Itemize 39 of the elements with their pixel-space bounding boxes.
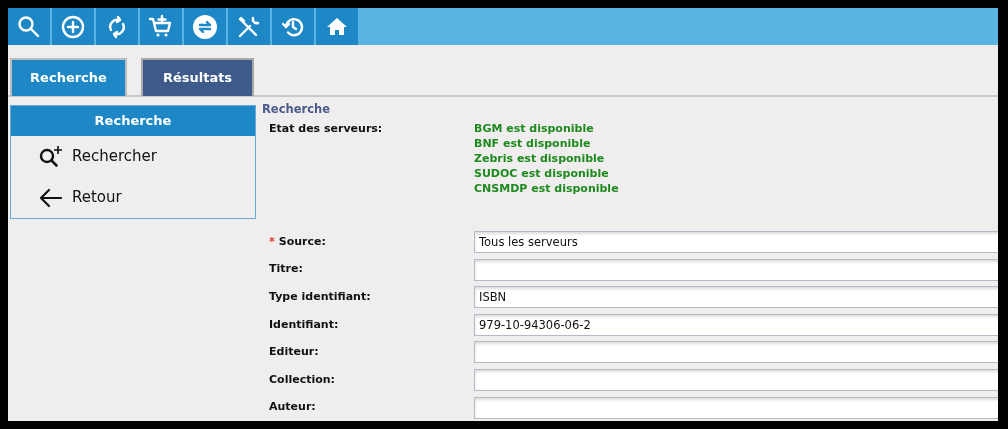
- field-label: Auteur:: [269, 400, 316, 414]
- input-field[interactable]: [474, 341, 998, 364]
- section-legend: Recherche: [262, 101, 998, 119]
- server-status: BNF est disponible: [474, 136, 592, 152]
- field-label: Type identifiant:: [269, 290, 371, 303]
- exchange-icon: [192, 13, 218, 40]
- server-status: BGM est disponible: [474, 121, 595, 137]
- server-status: CNSMDP est disponible: [474, 181, 619, 197]
- toolbar-button[interactable]: [228, 8, 272, 45]
- panel-link[interactable]: Retour: [11, 177, 255, 218]
- add-icon: [60, 13, 86, 40]
- tab[interactable]: Résultats: [141, 58, 254, 96]
- search-icon: [16, 13, 42, 40]
- server-status: SUDOC est disponible: [474, 166, 610, 182]
- search-plus-icon: [38, 143, 64, 170]
- toolbar-button[interactable]: [184, 8, 228, 45]
- input-field[interactable]: [474, 396, 998, 419]
- required-mark: *: [269, 234, 275, 248]
- input-field[interactable]: 979-10-94306-06-2: [474, 313, 998, 336]
- field-label: Identifiant:: [269, 317, 339, 331]
- toolbar-button[interactable]: [316, 8, 360, 45]
- field-label: Collection:: [269, 372, 335, 386]
- input-field[interactable]: [474, 258, 998, 281]
- toolbar-button[interactable]: [140, 8, 184, 45]
- input-field[interactable]: ISBN: [474, 286, 998, 309]
- toolbar-button[interactable]: [96, 8, 140, 45]
- toolbar-button[interactable]: [52, 8, 96, 45]
- tab[interactable]: Recherche: [10, 58, 127, 96]
- field-label: Source:: [278, 234, 326, 248]
- toolbar-button[interactable]: [272, 8, 316, 45]
- field-label: Editeur:: [269, 345, 319, 359]
- input-field[interactable]: [474, 369, 998, 391]
- panel-link[interactable]: Rechercher: [11, 136, 255, 177]
- server-status: Zebris est disponible: [474, 151, 606, 167]
- toolbar-button[interactable]: [8, 8, 52, 45]
- field-label: Etat des serveurs:: [268, 121, 384, 138]
- field-label: Titre:: [269, 262, 303, 276]
- panel-title: Recherche: [11, 106, 255, 136]
- input-field[interactable]: Tous les serveurs: [474, 231, 998, 254]
